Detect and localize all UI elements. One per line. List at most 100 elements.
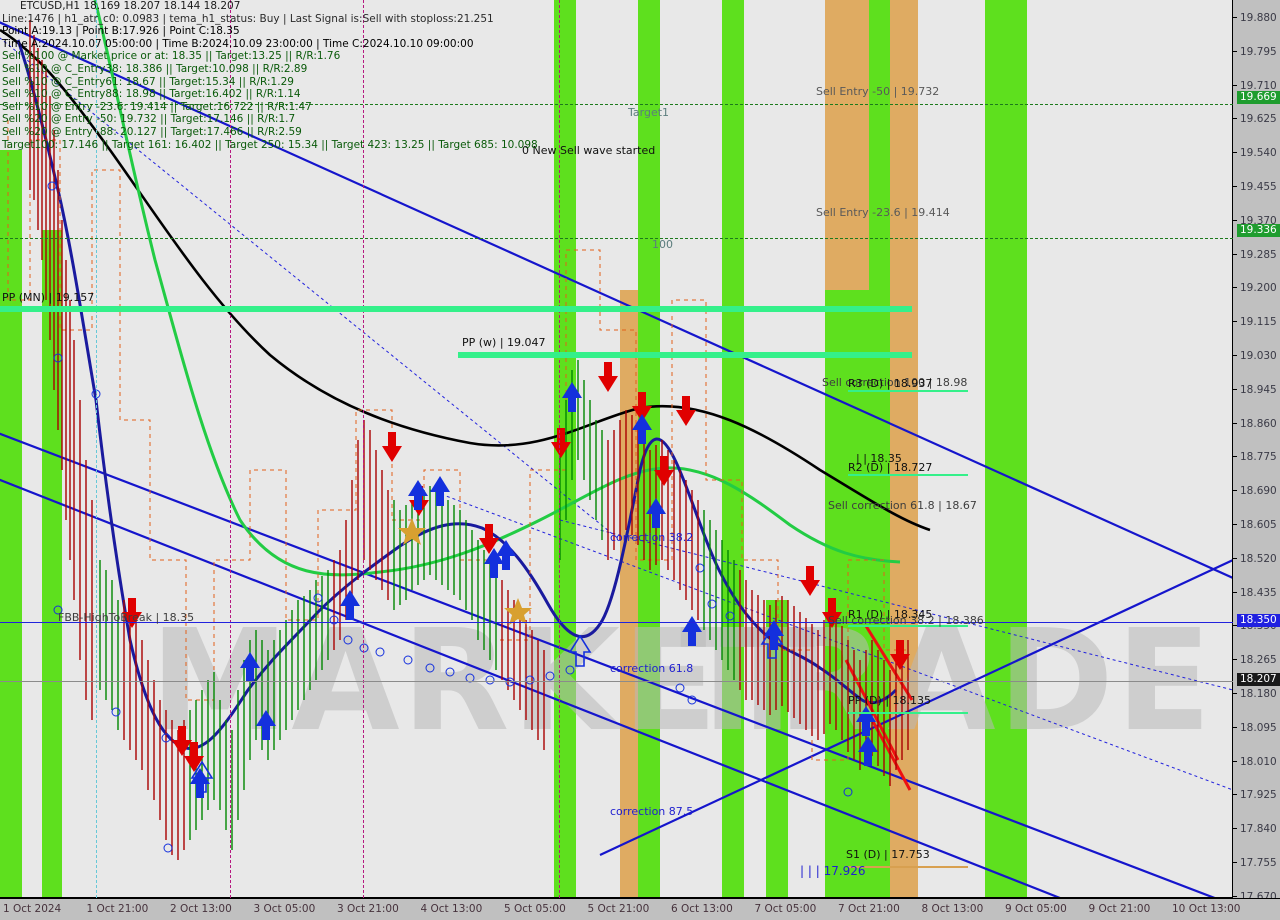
header-sell-line-7: Sell %20 @ Entry -88: 20.127 || Target:1…: [2, 125, 302, 138]
price-badge: 19.669: [1237, 91, 1280, 104]
annotation-sell-correction-618: Sell correction 61.8 | 18.67: [828, 499, 977, 512]
price-tick-mark: [1233, 17, 1237, 18]
price-tick-mark: [1233, 422, 1237, 424]
price-tick-mark: [1233, 862, 1237, 863]
price-tick-mark: [1233, 524, 1237, 525]
price-tick: 18.265: [1233, 654, 1280, 666]
r2-daily-line: [848, 474, 968, 476]
price-tick-mark: [1233, 219, 1237, 221]
price-badge: 18.207: [1237, 673, 1280, 686]
price-tick: 19.625: [1233, 113, 1280, 125]
price-tick-mark: [1233, 287, 1237, 289]
price-tick: 18.690: [1233, 485, 1280, 497]
price-tick-mark: [1233, 726, 1237, 728]
annotation-pp-daily: PP (D) | 18.135: [848, 694, 932, 707]
price-tick-label: 19.200: [1240, 282, 1277, 295]
price-tick-mark: [1233, 794, 1237, 796]
price-tick-mark: [1233, 828, 1237, 830]
annotation-r3-daily: R3 (D) | 18.937: [848, 377, 933, 390]
price-tick-mark: [1233, 490, 1237, 492]
price-tick-label: 17.925: [1240, 789, 1277, 802]
header-status-line: Line:1476 | h1_atr_c0: 0.0983 | tema_h1_…: [2, 12, 494, 25]
annotation-correction-875: correction 87.5: [610, 805, 694, 818]
price-tick-mark: [1233, 591, 1237, 593]
header-sell-line-6: Sell %20 @ Entry -50: 19.732 || Target:1…: [2, 113, 296, 126]
time-tick-label: 9 Oct 21:00: [1088, 903, 1151, 915]
price-tick-mark: [1233, 693, 1237, 694]
price-tick-label: 19.880: [1240, 12, 1277, 24]
price-tick-label: 18.775: [1240, 451, 1277, 464]
price-badge: 18.350: [1237, 614, 1280, 627]
price-tick-mark: [1233, 355, 1237, 356]
price-tick-label: 17.755: [1240, 857, 1277, 869]
time-axis[interactable]: 1 Oct 2024 1 Oct 21:00 2 Oct 13:00 3 Oct 05…: [0, 898, 1280, 920]
annotation-pipe-17926: | | | 17.926: [800, 864, 866, 878]
pp-monthly-line: [0, 306, 912, 312]
price-tick: 18.095: [1233, 722, 1280, 734]
annotation-sell-entry-50: Sell Entry -50 | 19.732: [816, 85, 940, 98]
time-tick-label: 6 Oct 13:00: [671, 903, 733, 915]
price-tick: 19.540: [1233, 147, 1280, 159]
annotation-sell-entry-236: Sell Entry -23.6 | 19.414: [816, 206, 950, 219]
annotation-new-sell-wave: 0 New Sell wave started: [522, 144, 656, 157]
price-badge: 19.336: [1237, 224, 1280, 237]
r3-daily-line: [848, 390, 968, 392]
price-tick: 19.455: [1233, 181, 1280, 193]
header-sell-line-4: Sell %10 @ C_Entry88: 18.98 || Target:16…: [2, 88, 301, 101]
annotation-correction-382: correction 38.2: [610, 531, 694, 544]
price-tick: 18.860: [1233, 418, 1280, 430]
price-tick: 18.775: [1233, 451, 1280, 463]
time-tick-label: 5 Oct 05:00: [504, 903, 566, 915]
annotation-pp-weekly: PP (w) | 19.047: [462, 336, 546, 349]
annotation-fbb-high-to-break: FBB-HighToBreak | 18.35: [58, 611, 195, 624]
header-sell-line-1: Sell %100 @ Market price or at: 18.35 ||…: [2, 50, 341, 63]
price-tick: 18.945: [1233, 384, 1280, 396]
price-tick-label: 19.285: [1240, 248, 1277, 261]
price-tick-mark: [1233, 321, 1237, 323]
price-tick: 19.200: [1233, 282, 1280, 294]
header-symbol-line: ETCUSD,H1 18.169 18.207 18.144 18.207: [20, 0, 241, 12]
price-tick: 19.030: [1233, 350, 1280, 362]
price-tick: 19.285: [1233, 249, 1280, 261]
price-tick-label: 18.945: [1240, 383, 1277, 396]
header-sell-line-2: Sell %10 @ C_Entry38: 18.386 || Target:1…: [2, 62, 308, 75]
price-tick-label: 18.265: [1240, 654, 1277, 667]
header-sell-line-3: Sell %10 @ C_Entry61: 18.67 || Target:15…: [2, 75, 294, 88]
header-points-line: Point A:19.13 | Point B:17.926 | Point C…: [2, 25, 240, 38]
chart-info-header: ETCUSD,H1 18.169 18.207 18.144 18.207 Li…: [2, 0, 538, 151]
time-tick-label: 3 Oct 05:00: [253, 903, 316, 915]
price-tick-mark: [1233, 186, 1237, 187]
price-tick: 17.925: [1233, 789, 1280, 801]
price-tick: 19.880: [1233, 12, 1280, 24]
annotation-correction-618: correction 61.8: [610, 662, 694, 675]
price-axis[interactable]: 19.880 19.795 19.710 19.625 19.540 19.455 19.3…: [1233, 0, 1280, 903]
vertical-separator: [559, 0, 560, 898]
price-tick-mark: [1233, 152, 1237, 154]
header-targets-line: Target100: 17.146 || Target 161: 16.402 …: [2, 138, 538, 151]
price-tick: 19.115: [1233, 316, 1280, 328]
price-tick-label: 18.690: [1240, 485, 1277, 498]
price-tick-label: 18.605: [1240, 519, 1277, 531]
time-tick-label: 7 Oct 05:00: [754, 903, 817, 915]
price-tick-label: 19.710: [1240, 79, 1277, 92]
target-level-line: [0, 238, 1233, 239]
price-tick-mark: [1233, 557, 1237, 559]
price-tick: 19.795: [1233, 46, 1280, 58]
time-tick-label: 4 Oct 13:00: [420, 903, 483, 915]
trading-chart-window: MARKET TRADE Sell Entry -50 | 19.732 Sel…: [0, 0, 1280, 920]
price-tick: 19.710: [1233, 80, 1280, 92]
time-tick-label: 2 Oct 13:00: [170, 903, 232, 915]
chart-plot-area[interactable]: MARKET TRADE Sell Entry -50 | 19.732 Sel…: [0, 0, 1233, 898]
pp-weekly-line: [458, 352, 912, 358]
price-tick-label: 19.625: [1240, 113, 1277, 126]
price-tick-mark: [1233, 659, 1237, 661]
time-tick-label: 8 Oct 13:00: [921, 903, 984, 915]
price-tick: 18.435: [1233, 587, 1280, 599]
annotation-100: 100: [652, 238, 673, 251]
price-tick-mark: [1233, 84, 1237, 86]
header-sell-line-5: Sell %10 @ Entry -23.6: 19.414 || Target…: [2, 100, 312, 113]
price-tick-mark: [1233, 388, 1237, 390]
time-tick-label: 5 Oct 21:00: [587, 903, 650, 915]
price-tick-mark: [1233, 760, 1237, 762]
time-tick-label: 1 Oct 2024: [3, 903, 62, 915]
